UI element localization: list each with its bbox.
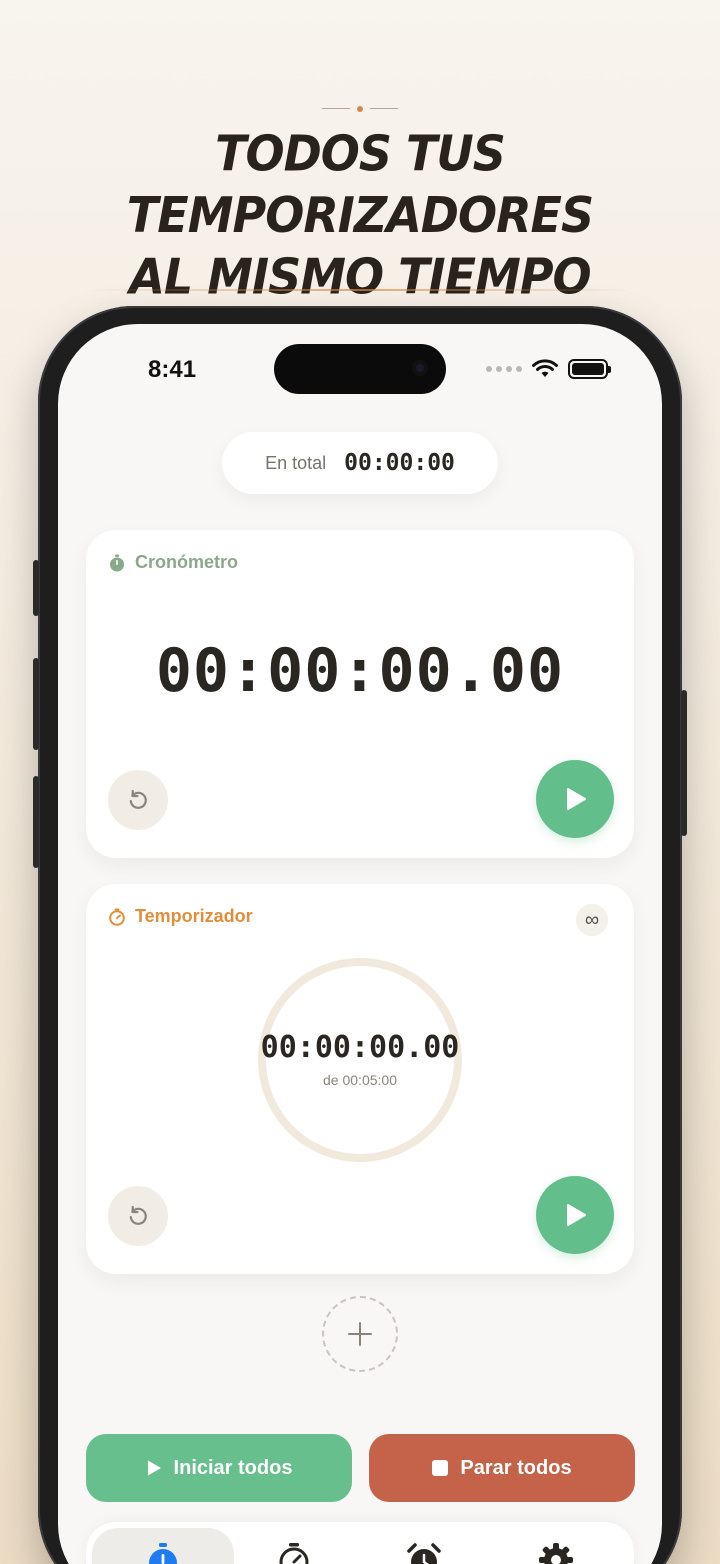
phone-screen: 8:41 En total 00:00:00 Cronómetro 00:00:…: [58, 324, 662, 1564]
total-value: 00:00:00: [344, 450, 455, 476]
headline-line-2: AL MISMO TIEMPO: [129, 247, 591, 306]
timer-play-button[interactable]: [536, 1176, 614, 1254]
timer-card-title: Temporizador: [108, 906, 253, 927]
timer-reset-button[interactable]: [108, 1186, 168, 1246]
tab-bar: [86, 1522, 634, 1564]
headline-ornament: [322, 104, 398, 114]
stop-all-button[interactable]: Parar todos: [369, 1434, 635, 1502]
gear-icon: [539, 1543, 573, 1564]
play-icon: [147, 1460, 161, 1476]
stopwatch-icon: [149, 1543, 177, 1564]
tab-stopwatch[interactable]: [143, 1540, 183, 1564]
dynamic-island: [274, 344, 446, 394]
stopwatch-reset-button[interactable]: [108, 770, 168, 830]
add-timer-button[interactable]: [322, 1296, 398, 1372]
status-time: 8:41: [148, 356, 197, 383]
stopwatch-time: 00:00:00.00: [155, 636, 565, 706]
phone-power-button: [681, 690, 687, 836]
cellular-signal-icon: [486, 366, 522, 372]
timer-icon: [109, 908, 125, 926]
tab-alarm[interactable]: [404, 1540, 444, 1564]
headline: TODOS TUS TEMPORIZADORES AL MISMO TIEMPO: [0, 123, 720, 307]
play-icon: [567, 1204, 586, 1226]
headline-divider: [90, 289, 630, 291]
stopwatch-card-title: Cronómetro: [108, 552, 238, 573]
headline-line-1: TODOS TUS TEMPORIZADORES: [126, 124, 594, 244]
stop-icon: [432, 1460, 449, 1476]
phone-action-button: [33, 560, 39, 616]
tab-timer[interactable]: [274, 1540, 314, 1564]
plus-icon: [348, 1322, 372, 1346]
stopwatch-play-button[interactable]: [536, 760, 614, 838]
timer-time: 00:00:00.00: [260, 1030, 460, 1065]
stopwatch-card[interactable]: Cronómetro 00:00:00.00: [86, 530, 634, 858]
alarm-clock-icon: [407, 1543, 441, 1564]
status-indicators: [486, 358, 611, 380]
total-label: En total: [265, 452, 327, 473]
phone-volume-up-button: [33, 658, 39, 750]
timer-duration-label: de 00:05:00: [323, 1072, 397, 1088]
timer-card[interactable]: Temporizador ∞ 00:00:00.00 de 00:05:00: [86, 884, 634, 1274]
infinity-icon: ∞: [584, 909, 600, 931]
wifi-icon: [532, 359, 558, 377]
start-all-label: Iniciar todos: [173, 1456, 293, 1479]
play-icon: [567, 788, 586, 810]
start-all-button[interactable]: Iniciar todos: [86, 1434, 352, 1502]
timer-icon: [279, 1543, 309, 1564]
stopwatch-title: Cronómetro: [135, 552, 238, 572]
phone-volume-down-button: [33, 776, 39, 868]
reset-icon: [129, 789, 147, 809]
reset-icon: [129, 1205, 147, 1225]
tab-settings[interactable]: [536, 1540, 576, 1564]
timer-title: Temporizador: [135, 906, 253, 926]
total-summary: En total 00:00:00: [222, 432, 498, 494]
stopwatch-icon: [110, 554, 124, 571]
stop-all-label: Parar todos: [460, 1456, 572, 1479]
timer-repeat-button[interactable]: ∞: [576, 904, 608, 936]
battery-icon: [568, 359, 611, 379]
